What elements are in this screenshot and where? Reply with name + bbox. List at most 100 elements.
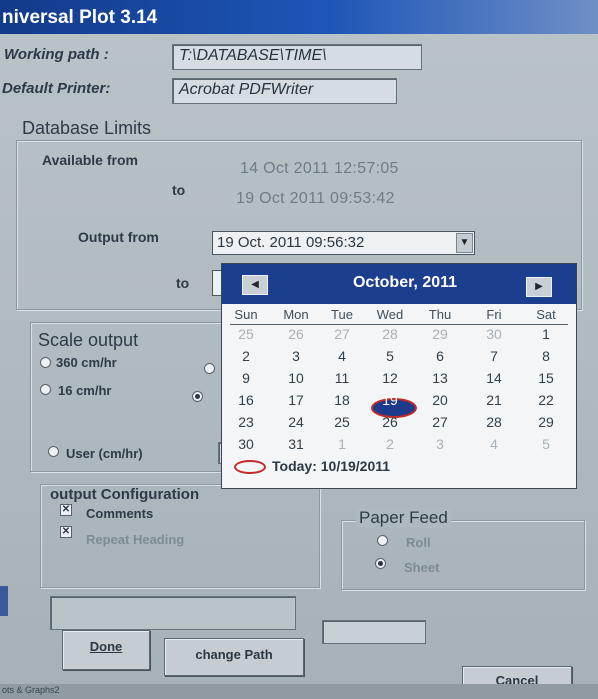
repeat-heading-label: Repeat Heading [86,532,185,547]
calendar-day-other-month[interactable]: 27 [324,326,360,342]
today-circle-icon [234,460,266,474]
calendar-day[interactable]: 2 [228,348,264,364]
radio-scale-option[interactable] [204,363,215,374]
calendar-day[interactable]: 3 [278,348,314,364]
calendar-day[interactable]: 11 [324,370,360,386]
dropdown-arrow-icon[interactable]: ▼ [456,233,473,253]
done-button[interactable]: Done [62,630,150,670]
calendar-day-other-month[interactable]: 26 [278,326,314,342]
window-title: niversal Plot 3.14 [2,7,158,28]
calendar-day[interactable]: 10 [278,370,314,386]
day-header: Tue [331,307,353,322]
output-to-label: to [176,275,190,291]
calendar-day[interactable]: 6 [422,348,458,364]
title-bar: niversal Plot 3.14 [0,0,598,34]
calendar-day[interactable]: 24 [278,414,314,430]
calendar-day-other-month[interactable]: 4 [476,436,512,452]
output-from-label: Output from [78,229,159,245]
available-to-label: to [172,182,186,198]
edge-strip [0,586,8,616]
comments-label: Comments [86,506,154,521]
next-month-icon[interactable]: ▶ [526,277,552,297]
radio-16-cm-hr[interactable] [40,384,51,395]
calendar-day[interactable]: 28 [476,414,512,430]
calendar-day[interactable]: 5 [372,348,408,364]
calendar-day[interactable]: 30 [228,436,264,452]
paper-feed-group [341,520,585,590]
output-from-combo[interactable]: 19 Oct. 2011 09:56:32 ▼ [212,231,475,255]
calendar-day[interactable]: 22 [528,392,564,408]
calendar-day[interactable]: 26 [372,414,408,430]
calendar-header: ◀ October, 2011 ▶ [222,264,576,304]
day-header: Sun [234,307,258,322]
radio-scale-option-selected[interactable] [192,391,203,402]
calendar-day-other-month[interactable]: 2 [372,436,408,452]
calendar-day-other-month[interactable]: 30 [476,326,512,342]
calendar-day[interactable]: 12 [372,370,408,386]
calendar-day-other-month[interactable]: 1 [324,436,360,452]
day-header: Thu [428,307,452,322]
calendar-day[interactable]: 15 [528,370,564,386]
comments-checkbox[interactable]: ✕ [60,504,72,516]
radio-roll[interactable] [377,535,388,546]
day-header: Wed [376,307,404,322]
default-printer-field[interactable]: Acrobat PDFWriter [172,78,397,104]
prev-month-icon[interactable]: ◀ [242,275,268,295]
change-path-button[interactable]: change Path [164,638,304,676]
calendar-month-label: October, 2011 [352,274,458,291]
status-field [50,596,296,630]
day-header: Fri [486,307,502,322]
progress-field [322,620,426,644]
today-link[interactable]: Today: 10/19/2011 [272,458,390,474]
available-from-value: 14 Oct 2011 12:57:05 [240,160,399,177]
day-header: Mon [283,307,309,322]
calendar-day-other-month[interactable]: 25 [228,326,264,342]
calendar-day-other-month[interactable]: 5 [528,436,564,452]
radio-sheet[interactable] [375,558,386,569]
calendar-day[interactable]: 21 [476,392,512,408]
output-from-value: 19 Oct. 2011 09:56:32 [217,234,365,251]
radio-user-cm-hr[interactable] [48,446,59,457]
calendar-day[interactable]: 19 [372,392,408,408]
radio-360-cm-hr[interactable] [40,357,51,368]
calendar-day-other-month[interactable]: 28 [372,326,408,342]
radio-roll-label: Roll [406,535,431,550]
calendar-day[interactable]: 1 [528,326,564,342]
calendar-day[interactable]: 8 [528,348,564,364]
calendar-day[interactable]: 18 [324,392,360,408]
calendar-day[interactable]: 31 [278,436,314,452]
day-header: Sat [536,307,556,322]
calendar-day[interactable]: 13 [422,370,458,386]
calendar-popup: ◀ October, 2011 ▶ Sun Mon Tue Wed Thu Fr… [221,263,577,489]
calendar-day[interactable]: 9 [228,370,264,386]
radio-360-cm-hr-label: 360 cm/hr [56,355,117,370]
status-bar: ots & Graphs2 [0,684,598,699]
working-path-field[interactable]: T:\DATABASE\TIME\ [172,44,422,70]
paper-feed-title: Paper Feed [356,508,451,528]
database-limits-title: Database Limits [22,118,152,138]
calendar-divider [230,324,568,325]
available-to-value: 19 Oct 2011 09:53:42 [236,190,395,207]
repeat-heading-checkbox[interactable]: ✕ [60,526,72,538]
radio-16-cm-hr-label: 16 cm/hr [58,383,112,398]
radio-user-cm-hr-label: User (cm/hr) [66,446,143,461]
calendar-day[interactable]: 7 [476,348,512,364]
calendar-day[interactable]: 25 [324,414,360,430]
calendar-day[interactable]: 29 [528,414,564,430]
working-path-label: Working path : [4,46,109,63]
calendar-day[interactable]: 14 [476,370,512,386]
calendar-day[interactable]: 16 [228,392,264,408]
status-bar-text: ots & Graphs2 [2,685,60,695]
calendar-day-other-month[interactable]: 3 [422,436,458,452]
universal-plot-window: niversal Plot 3.14 Working path : T:\DAT… [0,0,598,699]
calendar-day[interactable]: 4 [324,348,360,364]
calendar-day[interactable]: 20 [422,392,458,408]
calendar-day[interactable]: 23 [228,414,264,430]
calendar-day[interactable]: 27 [422,414,458,430]
available-from-label: Available from [42,152,138,168]
default-printer-label: Default Printer: [2,80,111,97]
output-configuration-title: output Configuration [50,486,200,503]
radio-sheet-label: Sheet [404,560,440,575]
calendar-day-other-month[interactable]: 29 [422,326,458,342]
calendar-day[interactable]: 17 [278,392,314,408]
